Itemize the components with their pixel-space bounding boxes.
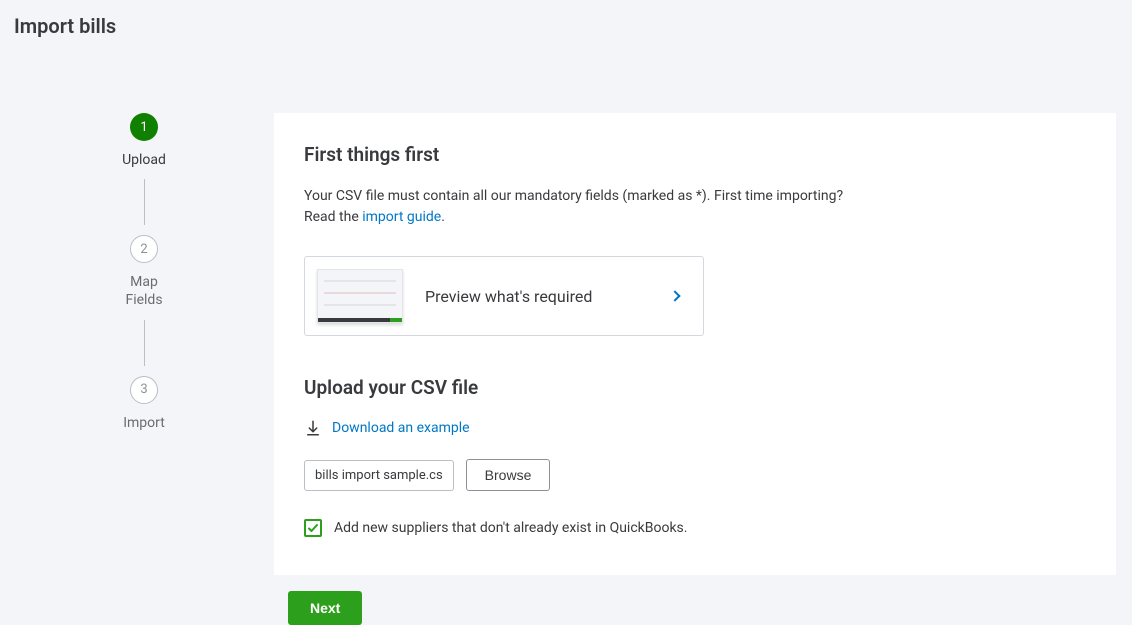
add-suppliers-label: Add new suppliers that don't already exi… [334, 520, 687, 536]
add-suppliers-checkbox[interactable] [304, 519, 322, 537]
intro-text: Your CSV file must contain all our manda… [304, 186, 1086, 228]
filename-field[interactable]: bills import sample.cs [304, 460, 454, 491]
next-button[interactable]: Next [288, 591, 362, 625]
preview-card[interactable]: Preview what's required [304, 256, 704, 336]
step-label-import: Import [123, 414, 165, 432]
first-heading: First things first [304, 143, 1086, 166]
step-label-map-fields: Map Fields [125, 273, 162, 309]
intro-line-1: Your CSV file must contain all our manda… [304, 188, 843, 204]
preview-thumbnail [317, 269, 403, 323]
preview-label: Preview what's required [425, 287, 671, 306]
import-guide-link[interactable]: import guide [362, 209, 441, 225]
step-label-upload: Upload [122, 151, 166, 169]
browse-button[interactable]: Browse [466, 459, 551, 491]
step-number-2: 2 [130, 235, 158, 263]
upload-heading: Upload your CSV file [304, 376, 1086, 399]
download-example-link[interactable]: Download an example [332, 420, 470, 436]
check-icon [307, 522, 319, 534]
download-icon [304, 419, 322, 437]
page-title: Import bills [0, 0, 1132, 38]
step-upload[interactable]: 1 Upload [122, 113, 166, 169]
step-number-3: 3 [130, 376, 158, 404]
main-panel: First things first Your CSV file must co… [274, 113, 1116, 575]
step-map-fields[interactable]: 2 Map Fields [125, 235, 162, 309]
step-import[interactable]: 3 Import [123, 376, 165, 432]
intro-period: . [441, 209, 445, 225]
chevron-right-icon [669, 290, 680, 301]
intro-line-2: Read the [304, 209, 362, 225]
step-connector [144, 179, 145, 225]
step-number-1: 1 [130, 113, 158, 141]
step-connector [144, 320, 145, 366]
stepper: 1 Upload 2 Map Fields 3 Import [14, 113, 274, 432]
